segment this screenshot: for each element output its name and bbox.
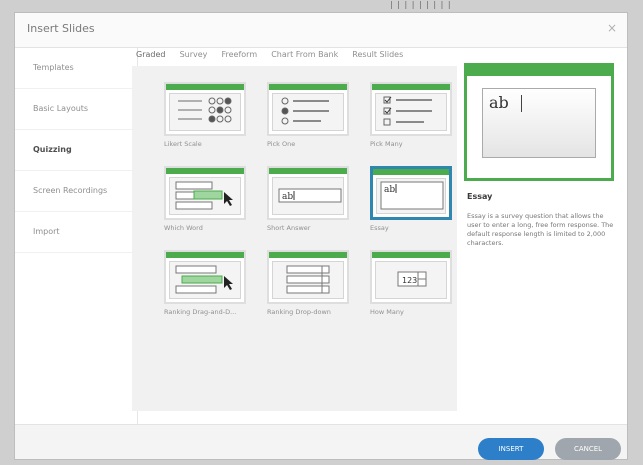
tab-chart-from-bank[interactable]: Chart From Bank: [271, 50, 338, 59]
slide-template-grid: Likert Scale Pick One Pick Many Which Wo…: [132, 66, 457, 411]
pick-one-icon: [281, 97, 329, 125]
sidebar-item-import[interactable]: Import: [15, 212, 137, 253]
how-many-icon: 123: [397, 271, 427, 287]
tile-which-word[interactable]: Which Word: [164, 166, 249, 232]
sidebar-item-templates[interactable]: Templates: [15, 48, 137, 89]
likert-scale-icon: [178, 97, 232, 123]
tile-label: How Many: [370, 308, 404, 316]
svg-text:123: 123: [402, 276, 417, 285]
short-answer-icon: ab: [278, 188, 342, 203]
tile-likert-scale[interactable]: Likert Scale: [164, 82, 249, 148]
description-title: Essay: [467, 192, 493, 201]
tile-label: Essay: [370, 224, 389, 232]
tile-label: Which Word: [164, 224, 203, 232]
svg-text:ab: ab: [384, 185, 395, 195]
tile-label: Pick One: [267, 140, 296, 148]
tile-short-answer[interactable]: ab Short Answer: [267, 166, 352, 232]
tile-label: Ranking Drag-and-D...: [164, 308, 237, 316]
tab-graded[interactable]: Graded: [136, 50, 165, 59]
svg-text:ab: ab: [282, 192, 293, 202]
tile-pick-many[interactable]: Pick Many: [370, 82, 455, 148]
top-ruler-marks: | | | | | | | | |: [390, 0, 452, 9]
tab-freeform[interactable]: Freeform: [221, 50, 257, 59]
tile-pick-one[interactable]: Pick One: [267, 82, 352, 148]
dialog-title: Insert Slides: [27, 22, 95, 35]
sidebar-item-screen-recordings[interactable]: Screen Recordings: [15, 171, 137, 212]
ranking-dropdown-icon: [286, 265, 330, 294]
tile-label: Likert Scale: [164, 140, 202, 148]
essay-preview: ab: [464, 63, 614, 181]
tab-survey[interactable]: Survey: [180, 50, 208, 59]
tile-essay[interactable]: ab Essay: [370, 166, 455, 232]
sidebar-item-quizzing[interactable]: Quizzing: [15, 130, 137, 171]
sidebar-item-basic-layouts[interactable]: Basic Layouts: [15, 89, 137, 130]
tile-ranking-dropdown[interactable]: Ranking Drop-down: [267, 250, 352, 316]
tile-label: Ranking Drop-down: [267, 308, 331, 316]
preview-text-field: ab: [482, 88, 596, 158]
cancel-button[interactable]: CANCEL: [555, 438, 621, 460]
preview-sample-text: ab: [489, 93, 509, 112]
description-text: Essay is a survey question that allows t…: [467, 212, 614, 247]
tab-bar: Graded Survey Freeform Chart From Bank R…: [136, 42, 412, 59]
tile-how-many[interactable]: 123 How Many: [370, 250, 455, 316]
sidebar: Templates Basic Layouts Quizzing Screen …: [15, 48, 138, 426]
text-cursor-icon: [521, 95, 522, 112]
insert-button[interactable]: INSERT: [478, 438, 544, 460]
tab-result-slides[interactable]: Result Slides: [352, 50, 403, 59]
tile-label: Pick Many: [370, 140, 403, 148]
essay-icon: ab: [380, 181, 444, 210]
pick-many-icon: [383, 96, 432, 126]
ranking-drag-drop-icon: [175, 265, 233, 294]
which-word-icon: [175, 181, 233, 210]
tile-ranking-drag-drop[interactable]: Ranking Drag-and-D...: [164, 250, 249, 316]
tile-label: Short Answer: [267, 224, 311, 232]
close-icon[interactable]: ×: [607, 21, 617, 35]
